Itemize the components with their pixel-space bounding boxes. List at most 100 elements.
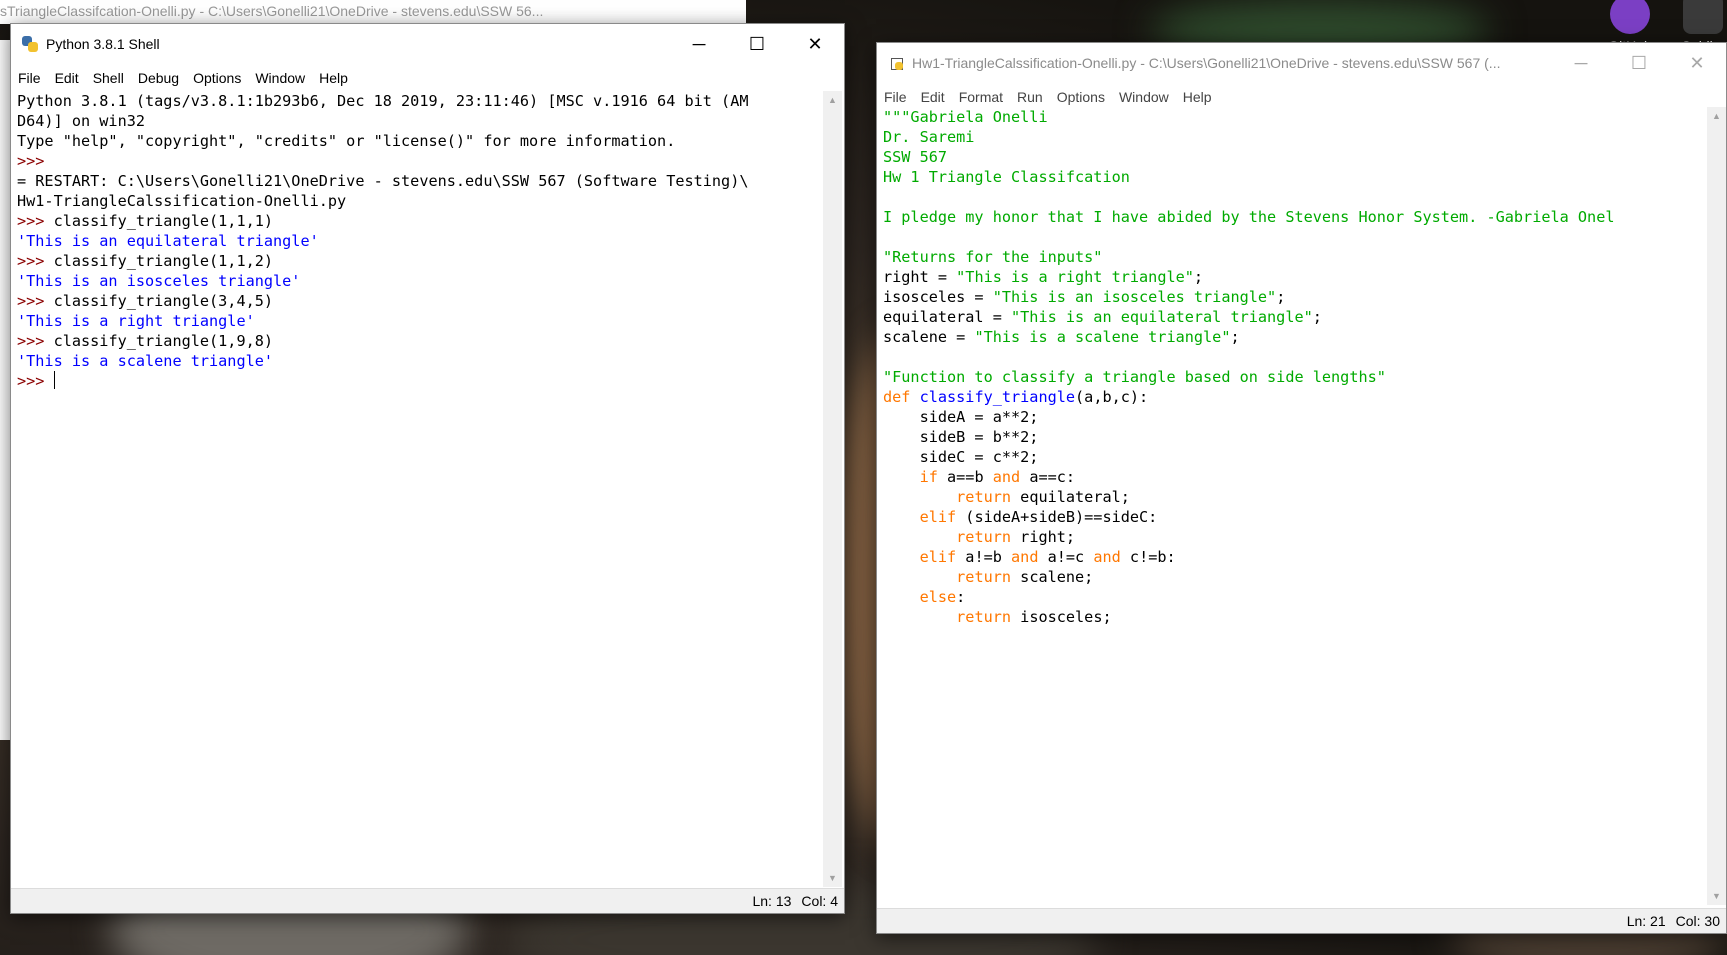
sublime-text-icon bbox=[1683, 0, 1723, 34]
python-shell-window[interactable]: Python 3.8.1 Shell ─ ☐ ✕ File Edit Shell De… bbox=[10, 23, 845, 914]
code-token: return bbox=[956, 608, 1012, 626]
code-line: return scalene; bbox=[883, 567, 1707, 587]
python-idle-icon bbox=[21, 35, 39, 53]
menu-run[interactable]: Run bbox=[1010, 89, 1050, 105]
code-token: elif bbox=[919, 548, 957, 566]
code-line: "Returns for the inputs" bbox=[883, 247, 1707, 267]
code-line: sideB = b**2; bbox=[883, 427, 1707, 447]
shell-line: 'This is an isosceles triangle' bbox=[17, 271, 823, 291]
shell-line: 'This is an equilateral triangle' bbox=[17, 231, 823, 251]
code-token: sideB = b**2; bbox=[883, 428, 1039, 446]
editor-statusbar: Ln: 21 Col: 30 bbox=[877, 908, 1726, 933]
editor-vertical-scrollbar[interactable]: ▲ ▼ bbox=[1707, 107, 1726, 905]
close-button[interactable]: ✕ bbox=[786, 24, 844, 64]
code-token: classify_triangle(3,4,5) bbox=[53, 292, 274, 310]
shell-line: 'This is a scalene triangle' bbox=[17, 351, 823, 371]
maximize-button[interactable]: ☐ bbox=[1610, 43, 1668, 83]
code-token: = RESTART: C:\Users\Gonelli21\OneDrive -… bbox=[17, 172, 749, 190]
menu-file[interactable]: File bbox=[877, 89, 914, 105]
code-token: scalene; bbox=[1011, 568, 1094, 586]
shell-line: = RESTART: C:\Users\Gonelli21\OneDrive -… bbox=[17, 171, 823, 191]
code-token: Dr. Saremi bbox=[883, 128, 975, 146]
menu-format[interactable]: Format bbox=[952, 89, 1010, 105]
code-token: ; bbox=[1193, 268, 1204, 286]
code-line: right = "This is a right triangle"; bbox=[883, 267, 1707, 287]
shell-titlebar[interactable]: Python 3.8.1 Shell ─ ☐ ✕ bbox=[11, 24, 844, 64]
code-token: Hw1-TriangleCalssification-Onelli.py bbox=[17, 192, 347, 210]
code-token: SSW 567 bbox=[883, 148, 948, 166]
minimize-button[interactable]: ─ bbox=[1552, 43, 1610, 83]
shell-line: 'This is a right triangle' bbox=[17, 311, 823, 331]
code-token: classify_triangle(1,1,2) bbox=[53, 252, 274, 270]
shell-line: >>> bbox=[17, 371, 823, 391]
code-line: if a==b and a==c: bbox=[883, 467, 1707, 487]
code-token: 'This is an isosceles triangle' bbox=[17, 272, 301, 290]
shell-menubar: File Edit Shell Debug Options Window Help bbox=[11, 64, 844, 91]
code-token: a==c: bbox=[1020, 468, 1076, 486]
menu-help[interactable]: Help bbox=[312, 70, 355, 86]
close-button[interactable]: ✕ bbox=[1668, 43, 1726, 83]
scroll-down-arrow-icon[interactable]: ▼ bbox=[823, 869, 842, 887]
code-token: scalene = bbox=[883, 328, 975, 346]
code-line: else: bbox=[883, 587, 1707, 607]
menu-debug[interactable]: Debug bbox=[131, 70, 186, 86]
code-token: (sideA+sideB)==sideC: bbox=[956, 508, 1158, 526]
menu-window[interactable]: Window bbox=[1112, 89, 1176, 105]
menu-edit[interactable]: Edit bbox=[914, 89, 952, 105]
code-token: : bbox=[956, 588, 966, 606]
scroll-down-arrow-icon[interactable]: ▼ bbox=[1707, 887, 1726, 905]
code-line: def classify_triangle(a,b,c): bbox=[883, 387, 1707, 407]
code-token: ; bbox=[1276, 288, 1286, 306]
scroll-up-arrow-icon[interactable]: ▲ bbox=[1707, 107, 1726, 125]
code-token: def bbox=[883, 388, 920, 406]
code-token: and bbox=[992, 468, 1021, 486]
shell-line: >>> classify_triangle(1,9,8) bbox=[17, 331, 823, 351]
editor-titlebar[interactable]: Hw1-TriangleCalssification-Onelli.py - C… bbox=[877, 43, 1726, 83]
scroll-up-arrow-icon[interactable]: ▲ bbox=[823, 91, 842, 109]
code-token: classify_triangle(1,1,1) bbox=[53, 212, 274, 230]
menu-options[interactable]: Options bbox=[1050, 89, 1112, 105]
code-line: elif (sideA+sideB)==sideC: bbox=[883, 507, 1707, 527]
code-token: right; bbox=[1011, 528, 1076, 546]
menu-options[interactable]: Options bbox=[186, 70, 248, 86]
menu-file[interactable]: File bbox=[11, 70, 48, 86]
code-token: return bbox=[956, 488, 1012, 506]
editor-title: Hw1-TriangleCalssification-Onelli.py - C… bbox=[912, 55, 1501, 71]
menu-window[interactable]: Window bbox=[248, 70, 312, 86]
code-line: sideC = c**2; bbox=[883, 447, 1707, 467]
code-token: >>> bbox=[17, 292, 54, 310]
code-line: elif a!=b and a!=c and c!=b: bbox=[883, 547, 1707, 567]
code-token: (a,b,c): bbox=[1075, 388, 1149, 406]
menu-help[interactable]: Help bbox=[1176, 89, 1219, 105]
code-line: return right; bbox=[883, 527, 1707, 547]
editor-window[interactable]: Hw1-TriangleCalssification-Onelli.py - C… bbox=[876, 42, 1727, 934]
code-line: SSW 567 bbox=[883, 147, 1707, 167]
code-token: D64)] on win32 bbox=[17, 112, 146, 130]
code-token: a!=c bbox=[1038, 548, 1094, 566]
code-token: isosceles = bbox=[883, 288, 993, 306]
code-line: I pledge my honor that I have abided by … bbox=[883, 207, 1707, 227]
background-window-titlebar[interactable]: sTriangleClassifcation-Onelli.py - C:\Us… bbox=[0, 0, 746, 24]
shell-vertical-scrollbar[interactable]: ▲ ▼ bbox=[823, 91, 842, 887]
minimize-button[interactable]: ─ bbox=[670, 24, 728, 64]
shell-line: Python 3.8.1 (tags/v3.8.1:1b293b6, Dec 1… bbox=[17, 91, 823, 111]
code-line: """Gabriela Onelli bbox=[883, 107, 1707, 127]
code-line: sideA = a**2; bbox=[883, 407, 1707, 427]
shell-line: >>> classify_triangle(1,1,2) bbox=[17, 251, 823, 271]
code-token: "This is an isosceles triangle" bbox=[992, 288, 1277, 306]
shell-title: Python 3.8.1 Shell bbox=[46, 36, 160, 52]
maximize-button[interactable]: ☐ bbox=[728, 24, 786, 64]
menu-shell[interactable]: Shell bbox=[86, 70, 131, 86]
shell-console[interactable]: Python 3.8.1 (tags/v3.8.1:1b293b6, Dec 1… bbox=[11, 91, 823, 887]
code-line: return isosceles; bbox=[883, 607, 1707, 627]
menu-edit[interactable]: Edit bbox=[48, 70, 86, 86]
code-editor[interactable]: """Gabriela Onelli Dr. Saremi SSW 567 Hw 1 … bbox=[877, 107, 1707, 905]
